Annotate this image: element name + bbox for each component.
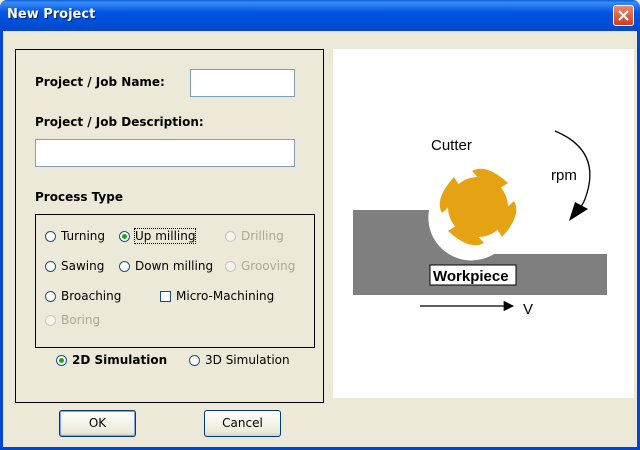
radio-indicator-selected [56,354,67,366]
workpiece-label: Workpiece [433,268,509,285]
process-diagram: Cutter rpm Workpiece V [333,49,634,398]
radio-down-milling-label: Down milling [135,259,214,273]
close-icon [618,10,629,21]
radio-up-milling[interactable]: Up milling [119,228,197,244]
checkbox-micro-machining-label: Micro-Machining [176,289,275,303]
radio-3d-simulation-label: 3D Simulation [205,353,290,367]
radio-2d-simulation-label: 2D Simulation [72,353,168,367]
radio-turning[interactable]: Turning [45,229,105,243]
radio-indicator [45,230,56,242]
radio-indicator [119,260,130,272]
radio-drilling[interactable]: Drilling [225,229,284,243]
radio-3d-simulation[interactable]: 3D Simulation [189,353,290,367]
radio-indicator [45,290,56,302]
radio-sawing[interactable]: Sawing [45,259,104,273]
velocity-label: V [523,301,533,318]
window-title: New Project [7,7,96,22]
checkbox-indicator [160,290,171,302]
radio-indicator [45,314,56,326]
project-name-label: Project / Job Name: [35,75,165,89]
radio-boring[interactable]: Boring [45,313,100,327]
radio-indicator [225,230,236,242]
milling-illustration: Cutter rpm Workpiece V [353,130,607,318]
radio-grooving[interactable]: Grooving [225,259,295,273]
radio-indicator-selected [119,230,130,242]
close-button[interactable] [613,5,634,26]
checkbox-micro-machining[interactable]: Micro-Machining [160,289,274,303]
radio-broaching[interactable]: Broaching [45,289,121,303]
radio-grooving-label: Grooving [241,259,296,273]
radio-boring-label: Boring [61,313,101,327]
project-description-label: Project / Job Description: [35,115,204,129]
radio-indicator [225,260,236,272]
radio-down-milling[interactable]: Down milling [119,259,213,273]
title-bar: New Project [0,0,640,31]
rotation-arrowhead-icon [569,202,588,221]
radio-up-milling-label: Up milling [133,228,197,244]
radio-sawing-label: Sawing [61,259,105,273]
ok-button[interactable]: OK [59,410,136,437]
process-type-label: Process Type [35,190,123,204]
cancel-button[interactable]: Cancel [204,410,281,437]
project-name-input[interactable] [190,69,295,97]
project-description-input[interactable] [35,139,295,167]
radio-drilling-label: Drilling [241,229,284,243]
radio-2d-simulation[interactable]: 2D Simulation [56,353,167,367]
cutter-shape [439,168,517,246]
cutter-label: Cutter [431,137,472,154]
radio-turning-label: Turning [61,229,105,243]
rpm-label: rpm [551,167,577,184]
radio-indicator [189,354,200,366]
radio-broaching-label: Broaching [61,289,122,303]
radio-indicator [45,260,56,272]
